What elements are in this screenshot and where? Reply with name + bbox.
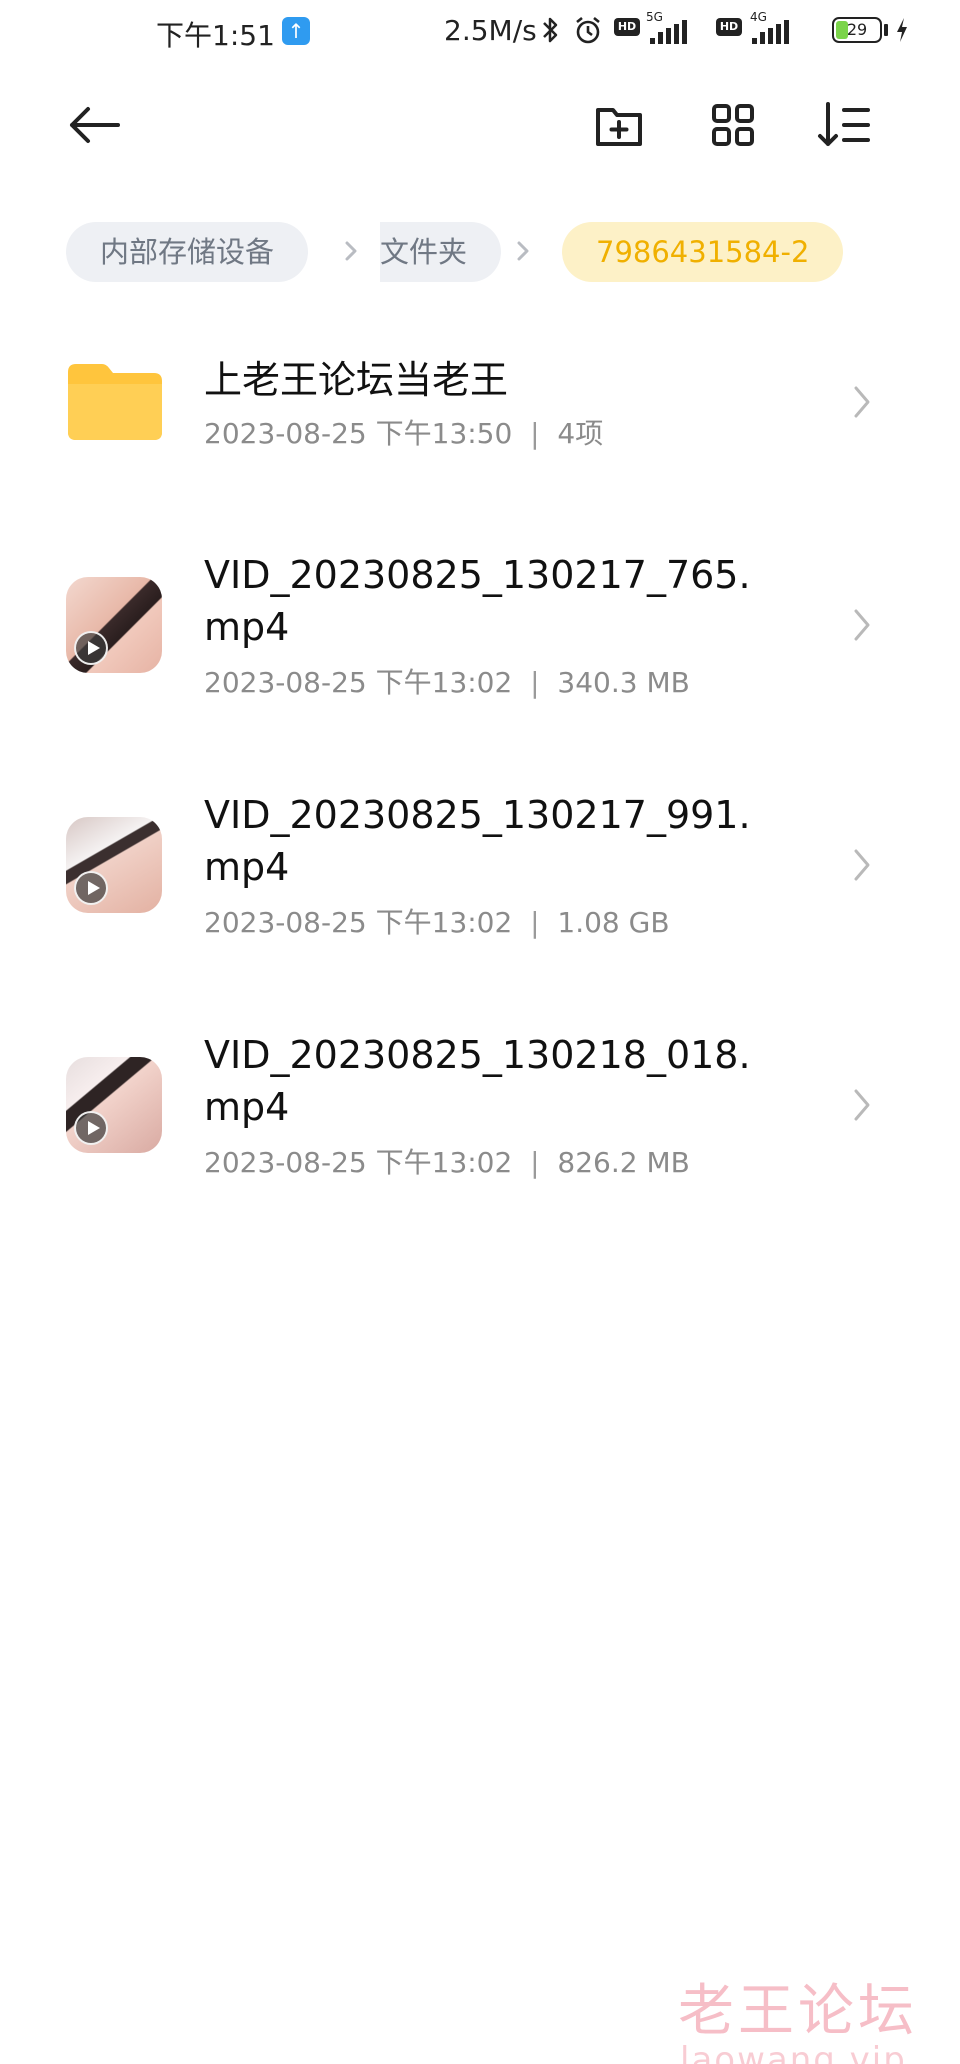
play-icon <box>74 1111 108 1145</box>
charging-icon <box>897 18 907 42</box>
file-detail: 1.08 GB <box>557 906 670 939</box>
file-meta: 2023-08-25 下午13:02 | 340.3 MB <box>204 666 690 699</box>
folder-icon <box>68 364 162 440</box>
sort-icon <box>818 102 870 146</box>
chevron-right-icon <box>517 241 529 261</box>
chevron-right-icon <box>854 609 870 641</box>
file-date: 2023-08-25 下午13:02 <box>204 1146 513 1179</box>
grid-view-icon <box>712 104 754 146</box>
signal-icon <box>752 20 789 44</box>
upload-icon: ↑ <box>282 17 310 45</box>
status-bar: 下午1:51 ↑ 2.5M/s HD 5G HD 4G 29 <box>0 0 960 64</box>
chevron-right-icon <box>854 849 870 881</box>
file-date: 2023-08-25 下午13:50 <box>204 417 513 450</box>
file-name: VID_20230825_130217_991.mp4 <box>204 793 751 889</box>
sort-button[interactable] <box>810 90 880 160</box>
status-time: 下午1:51 <box>156 19 275 52</box>
breadcrumb-item-current[interactable]: 7986431584-2 <box>562 222 844 282</box>
chevron-right-icon <box>854 386 870 418</box>
back-arrow-icon <box>70 107 120 143</box>
new-folder-icon <box>596 108 642 146</box>
breadcrumb-item-internal-storage[interactable]: 内部存储设备 <box>66 222 309 282</box>
file-meta: 2023-08-25 下午13:50 | 4项 <box>204 417 604 450</box>
list-item[interactable]: 上老王论坛当老王 2023-08-25 下午13:50 | 4项 <box>0 330 960 480</box>
file-detail: 340.3 MB <box>557 666 690 699</box>
file-meta: 2023-08-25 下午13:02 | 826.2 MB <box>204 1146 690 1179</box>
file-name: 上老王论坛当老王 <box>204 358 509 402</box>
watermark-url: laowang.vip <box>680 2040 907 2064</box>
file-date: 2023-08-25 下午13:02 <box>204 906 513 939</box>
video-thumbnail <box>66 577 162 673</box>
chevron-right-icon <box>345 241 357 261</box>
breadcrumb-item-folder[interactable]: 文件夹 <box>380 222 502 282</box>
chevron-right-icon <box>854 1089 870 1121</box>
video-thumbnail <box>66 1057 162 1153</box>
file-date: 2023-08-25 下午13:02 <box>204 666 513 699</box>
watermark: 老王论坛 <box>678 1979 918 2044</box>
bluetooth-icon <box>543 17 558 43</box>
list-item[interactable]: VID_20230825_130217_991.mp4 2023-08-25 下… <box>0 785 960 975</box>
video-thumbnail <box>66 817 162 913</box>
view-mode-button[interactable] <box>698 90 768 160</box>
new-folder-button[interactable] <box>584 90 654 160</box>
hd-badge: HD <box>614 18 640 36</box>
back-button[interactable] <box>58 90 128 160</box>
hd-badge: HD <box>716 18 742 36</box>
file-name: VID_20230825_130218_018.mp4 <box>204 1033 751 1129</box>
file-name: VID_20230825_130217_765.mp4 <box>204 553 751 649</box>
battery-cap <box>884 24 888 36</box>
battery-percent: 29 <box>846 20 868 39</box>
file-detail: 4项 <box>557 417 604 450</box>
play-icon <box>74 631 108 665</box>
alarm-icon <box>576 16 600 44</box>
network-speed: 2.5M/s <box>444 14 537 47</box>
list-item[interactable]: VID_20230825_130217_765.mp4 2023-08-25 下… <box>0 545 960 735</box>
file-meta: 2023-08-25 下午13:02 | 1.08 GB <box>204 906 670 939</box>
battery-icon: 29 <box>832 17 882 43</box>
list-item[interactable]: VID_20230825_130218_018.mp4 2023-08-25 下… <box>0 1025 960 1215</box>
file-detail: 826.2 MB <box>557 1146 690 1179</box>
file-manager-screen: 下午1:51 ↑ 2.5M/s HD 5G HD 4G 29 内部存储设备 文件… <box>0 0 960 2064</box>
play-icon <box>74 871 108 905</box>
signal-icon <box>650 20 687 44</box>
